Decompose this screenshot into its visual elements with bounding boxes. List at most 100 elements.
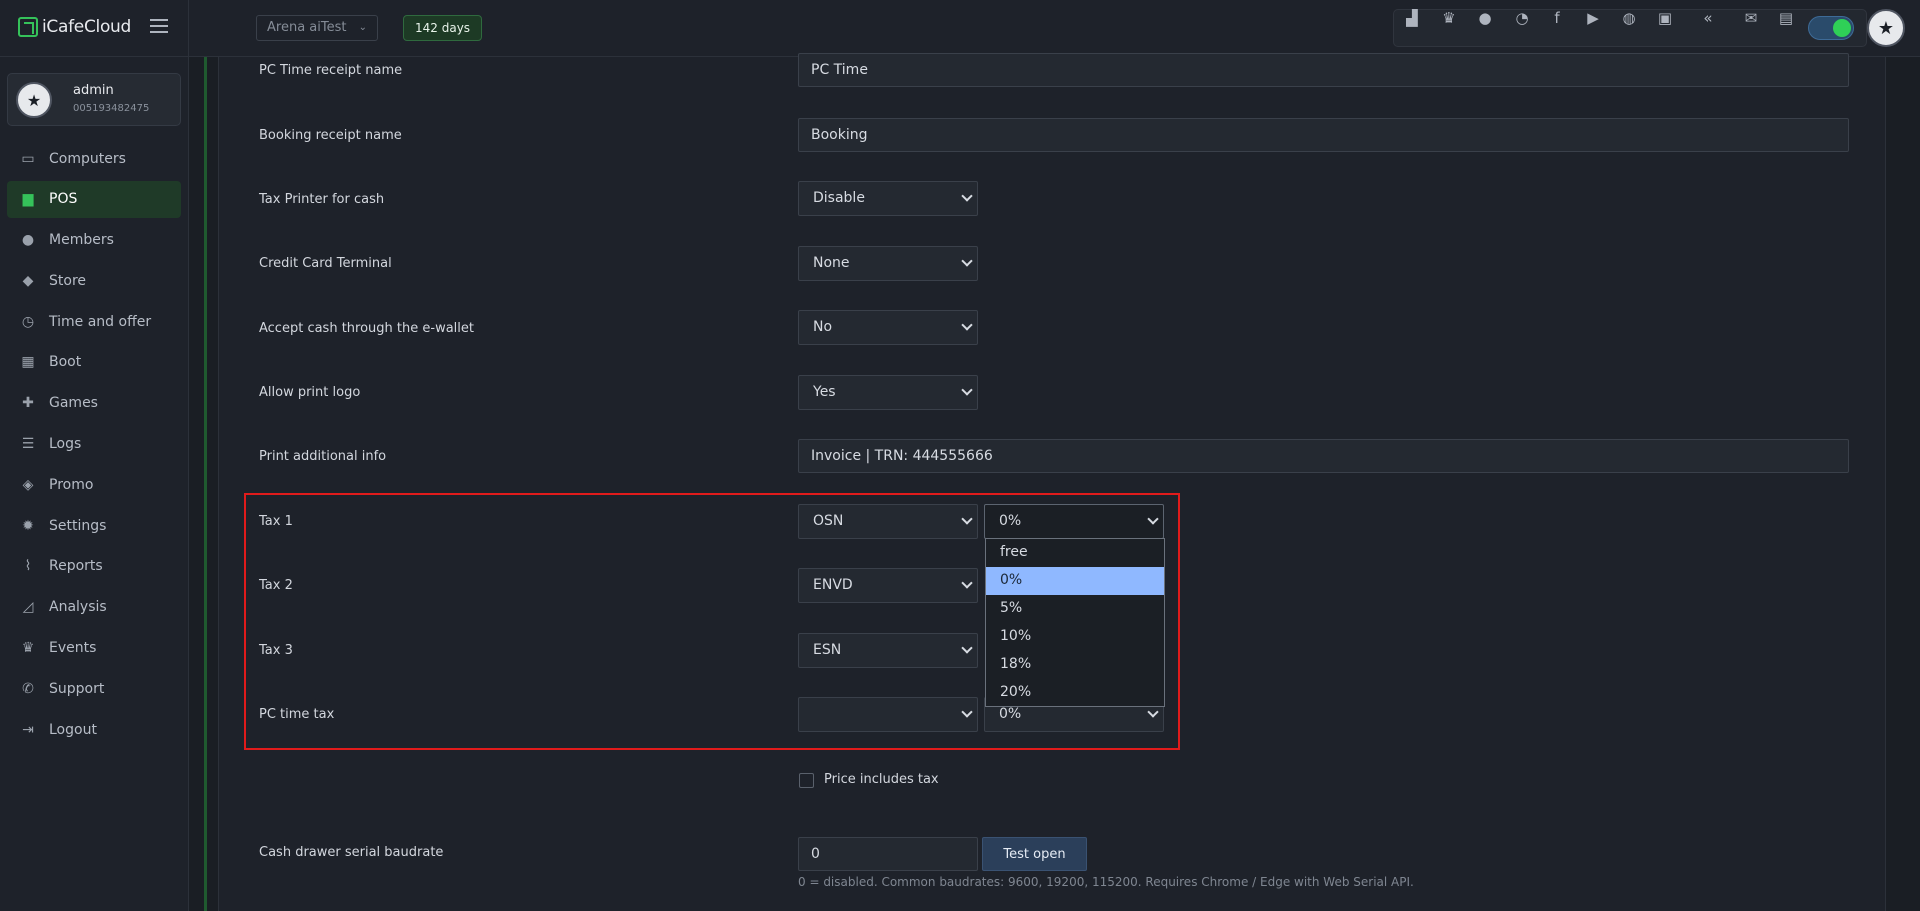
logo-text: iCafeCloud bbox=[42, 17, 132, 37]
shopping-bag-icon: ◆ bbox=[22, 272, 34, 289]
double-chevron-icon[interactable]: « bbox=[1699, 9, 1717, 27]
sidebar-item-label: Support bbox=[49, 680, 105, 697]
icafe-icon[interactable]: ▣ bbox=[1656, 9, 1674, 27]
user-card[interactable]: ★ admin 005193482475 bbox=[7, 73, 181, 126]
pc-time-tax-system-select[interactable] bbox=[798, 697, 978, 732]
main-content bbox=[189, 57, 1920, 911]
sidebar-item-pos[interactable]: ▆ POS bbox=[7, 180, 181, 218]
select-value: Disable bbox=[813, 190, 865, 206]
chevron-down-icon: ⌄ bbox=[358, 22, 367, 33]
facebook-icon[interactable]: f bbox=[1548, 9, 1566, 27]
dropdown-option-selected[interactable]: 0% bbox=[986, 567, 1164, 595]
sidebar-item-label: Time and offer bbox=[49, 313, 152, 330]
divider bbox=[188, 0, 189, 57]
chevron-down-icon bbox=[961, 384, 973, 396]
user-name: admin bbox=[73, 83, 114, 98]
sidebar-item-logs[interactable]: ☰ Logs bbox=[7, 426, 181, 463]
chevron-down-icon bbox=[961, 642, 973, 654]
tax-printer-select[interactable]: Disable bbox=[798, 181, 978, 216]
additional-info-label: Print additional info bbox=[259, 449, 387, 464]
youtube-icon[interactable]: ▶ bbox=[1584, 9, 1602, 27]
price-includes-tax-label: Price includes tax bbox=[824, 772, 939, 787]
globe-icon[interactable]: ◍ bbox=[1620, 9, 1638, 27]
test-open-button[interactable]: Test open bbox=[982, 837, 1087, 871]
select-value: ENVD bbox=[813, 577, 853, 593]
select-value: No bbox=[813, 319, 833, 335]
sidebar-item-analysis[interactable]: ◿ Analysis bbox=[7, 589, 181, 626]
sidebar-item-label: Games bbox=[49, 395, 98, 412]
sidebar-item-label: Boot bbox=[49, 354, 82, 371]
menu-toggle-icon[interactable] bbox=[150, 19, 168, 33]
sidebar-item-label: Members bbox=[49, 232, 114, 249]
tax1-system-select[interactable]: OSN bbox=[798, 504, 978, 539]
chevron-down-icon bbox=[961, 513, 973, 525]
dropdown-option[interactable]: 10% bbox=[986, 623, 1164, 651]
additional-info-input[interactable]: Invoice | TRN: 444555666 bbox=[798, 439, 1849, 473]
baudrate-input[interactable]: 0 bbox=[798, 837, 978, 871]
settings-panel bbox=[218, 57, 1886, 911]
chevron-down-icon bbox=[961, 706, 973, 718]
top-bar: iCafeCloud Arena aiTest ⌄ 142 days ▟ ♛ ●… bbox=[0, 0, 1920, 57]
sidebar-item-computers[interactable]: ▭ Computers bbox=[7, 140, 181, 177]
chevron-down-icon bbox=[961, 190, 973, 202]
stopwatch-icon: ◷ bbox=[21, 313, 35, 330]
sidebar-item-promo[interactable]: ◈ Promo bbox=[7, 466, 181, 503]
dropdown-option[interactable]: 18% bbox=[986, 651, 1164, 679]
sidebar-item-logout[interactable]: ⇥ Logout bbox=[7, 711, 181, 748]
profile-avatar[interactable]: ★ bbox=[1867, 9, 1905, 47]
center-select-value: Arena aiTest bbox=[267, 20, 347, 35]
sidebar-item-members[interactable]: ● Members bbox=[7, 222, 181, 259]
select-value: 0% bbox=[999, 706, 1022, 722]
gear-icon: ✹ bbox=[22, 517, 34, 534]
accept-cash-select[interactable]: No bbox=[798, 310, 978, 345]
price-includes-tax-checkbox[interactable] bbox=[799, 773, 814, 788]
sidebar-item-settings[interactable]: ✹ Settings bbox=[7, 507, 181, 544]
tax-printer-label: Tax Printer for cash bbox=[259, 192, 385, 207]
chevron-down-icon bbox=[961, 577, 973, 589]
members-icon: ● bbox=[21, 232, 35, 249]
chat-icon[interactable]: ▤ bbox=[1777, 9, 1795, 27]
pc-time-receipt-input[interactable]: PC Time bbox=[798, 53, 1849, 87]
tax2-system-select[interactable]: ENVD bbox=[798, 568, 978, 603]
tax3-system-select[interactable]: ESN bbox=[798, 633, 978, 668]
tax1-rate-select[interactable]: 0% bbox=[984, 504, 1164, 539]
area-chart-icon: ◿ bbox=[22, 599, 34, 616]
dropdown-option[interactable]: 5% bbox=[986, 595, 1164, 623]
mail-icon[interactable]: ✉ bbox=[1742, 9, 1760, 27]
center-select[interactable]: Arena aiTest ⌄ bbox=[256, 15, 378, 41]
gamepad-icon: ✚ bbox=[22, 395, 34, 412]
cash-register-icon: ▆ bbox=[22, 191, 34, 208]
sidebar-item-games[interactable]: ✚ Games bbox=[7, 385, 181, 422]
sidebar-item-reports[interactable]: ⌇ Reports bbox=[7, 548, 181, 585]
booking-receipt-input[interactable]: Booking bbox=[798, 118, 1849, 152]
tax2-label: Tax 2 bbox=[259, 578, 293, 593]
sidebar-item-label: Store bbox=[49, 272, 87, 289]
credit-card-select[interactable]: None bbox=[798, 246, 978, 281]
sidebar-item-label: Logout bbox=[49, 721, 97, 738]
accept-cash-label: Accept cash through the e-wallet bbox=[259, 321, 474, 336]
credit-card-label: Credit Card Terminal bbox=[259, 256, 392, 271]
section-accent-line bbox=[204, 57, 207, 911]
trophy-icon[interactable]: ♛ bbox=[1440, 9, 1458, 27]
dropdown-option[interactable]: 20% bbox=[986, 679, 1164, 707]
baudrate-hint: 0 = disabled. Common baudrates: 9600, 19… bbox=[798, 875, 1414, 889]
status-toggle[interactable] bbox=[1808, 16, 1854, 40]
users-group-icon[interactable]: ● bbox=[1476, 9, 1494, 27]
app-logo[interactable]: iCafeCloud bbox=[18, 17, 131, 37]
leaderboard-icon[interactable]: ▟ bbox=[1403, 9, 1421, 27]
sidebar-item-events[interactable]: ♛ Events bbox=[7, 630, 181, 667]
dropdown-option[interactable]: free bbox=[986, 539, 1164, 567]
logout-icon: ⇥ bbox=[22, 721, 34, 738]
sidebar-item-boot[interactable]: ▦ Boot bbox=[7, 344, 181, 381]
rss-icon[interactable]: ◔ bbox=[1513, 9, 1531, 27]
sidebar-item-support[interactable]: ✆ Support bbox=[7, 670, 181, 707]
sidebar-item-store[interactable]: ◆ Store bbox=[7, 262, 181, 299]
sidebar-item-label: Promo bbox=[49, 476, 94, 493]
select-value: ESN bbox=[813, 642, 842, 658]
sidebar-item-label: Logs bbox=[49, 436, 82, 453]
line-chart-icon: ⌇ bbox=[24, 558, 32, 575]
sidebar-item-time-and-offer[interactable]: ◷ Time and offer bbox=[7, 303, 181, 340]
print-logo-select[interactable]: Yes bbox=[798, 375, 978, 410]
monitor-icon: ▭ bbox=[21, 150, 35, 167]
select-value: Yes bbox=[813, 384, 836, 400]
